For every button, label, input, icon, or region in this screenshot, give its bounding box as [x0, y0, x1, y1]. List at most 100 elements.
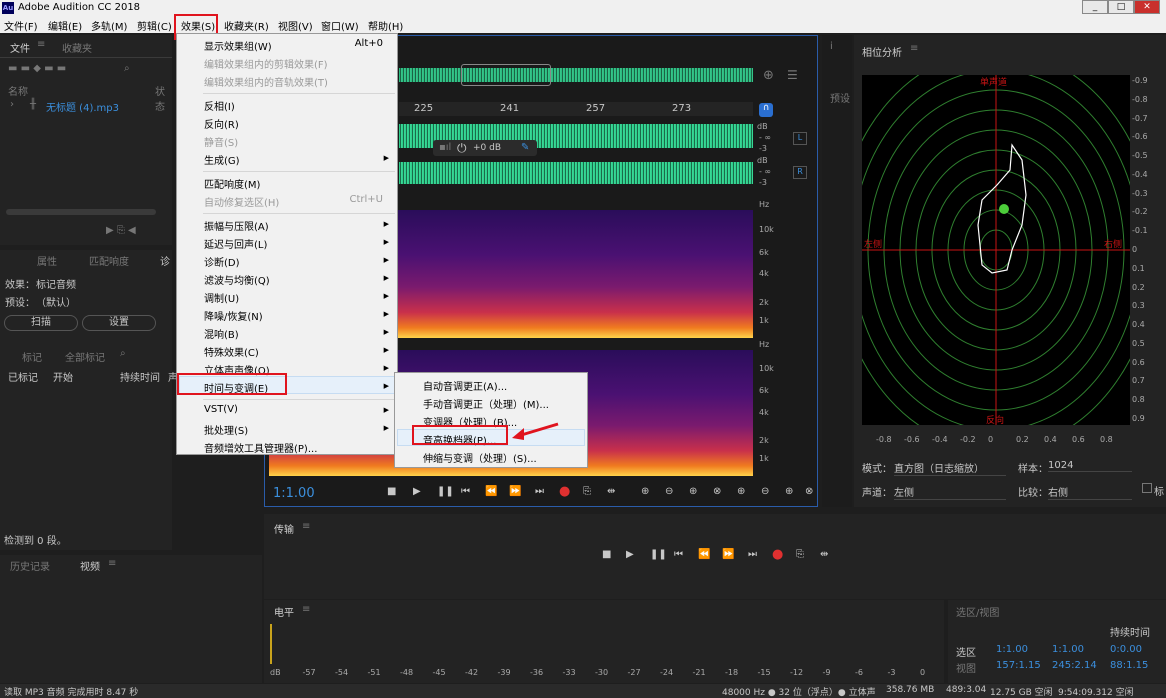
column-name[interactable]: 名称 — [8, 83, 28, 98]
menu-item-vst[interactable]: VST(V) — [204, 404, 238, 415]
menu-icon[interactable]: ≡ — [910, 43, 918, 54]
maximize-button[interactable]: □ — [1108, 0, 1134, 14]
menu-icon[interactable]: ≡ — [37, 39, 45, 50]
menu-icon[interactable]: ≡ — [108, 558, 116, 569]
settings-button[interactable]: 设置 — [82, 315, 156, 331]
zoom-settings-icon[interactable]: ⊕ — [763, 68, 774, 83]
go-end-button[interactable]: ⏭ — [748, 549, 757, 560]
menu-item-generate[interactable]: 生成(G) — [204, 152, 240, 167]
view-start[interactable]: 157:1.15 — [996, 660, 1041, 671]
close-button[interactable]: ✕ — [1134, 0, 1160, 14]
channel-L-button[interactable]: L — [793, 132, 807, 145]
time-ruler[interactable]: 225 241 257 273 — [399, 102, 753, 116]
expand-icon[interactable]: › — [10, 99, 14, 110]
channel-dropdown[interactable]: 左侧 — [894, 484, 1006, 500]
fast-forward-button[interactable]: ⏩ — [722, 549, 734, 560]
compare-dropdown[interactable]: 右侧 — [1048, 484, 1132, 500]
pin-icon[interactable]: ✎ — [521, 142, 529, 153]
play-button[interactable]: ▶ — [413, 486, 421, 497]
menu-edit[interactable]: 编辑(E) — [48, 18, 82, 33]
go-end-button[interactable]: ⏭ — [535, 486, 544, 497]
checkbox[interactable] — [1142, 483, 1152, 493]
menu-file[interactable]: 文件(F) — [4, 18, 38, 33]
view-end[interactable]: 245:2.14 — [1052, 660, 1097, 671]
play-button[interactable]: ▶ — [626, 549, 634, 560]
channel-R-button[interactable]: R — [793, 166, 807, 179]
skip-button[interactable]: ⇹ — [820, 549, 828, 560]
playback-icons[interactable]: ▶ ⎘ ◀ — [106, 225, 136, 236]
overview-waveform[interactable] — [399, 68, 753, 82]
zoom-in-point-icon[interactable]: ⊖ — [761, 486, 769, 497]
headphones-icon[interactable]: ∩ — [759, 103, 773, 117]
tab-video[interactable]: 视频 — [80, 558, 100, 573]
zoom-in-amplitude-icon[interactable]: ⊕ — [641, 486, 649, 497]
zoom-out-point-icon[interactable]: ⊕ — [785, 486, 793, 497]
menu-item-amplitude-compression[interactable]: 振幅与压限(A) — [204, 218, 269, 233]
file-item[interactable]: 无标题 (4).mp3 — [46, 99, 119, 114]
waveform-right[interactable] — [399, 162, 753, 184]
zoom-in-time-icon[interactable]: ⊕ — [689, 486, 697, 497]
gain-knob-icon[interactable]: ⏻ — [457, 141, 467, 156]
menu-item-auto-pitch[interactable]: 自动音调更正(A)... — [423, 378, 507, 393]
menu-item-plugin-manager[interactable]: 音频增效工具管理器(P)... — [204, 440, 317, 455]
selection-end[interactable]: 1:1.00 — [1052, 644, 1084, 655]
selection-start[interactable]: 1:1.00 — [996, 644, 1028, 655]
rewind-button[interactable]: ⏪ — [698, 549, 710, 560]
list-icon[interactable]: ☰ — [787, 68, 798, 82]
go-start-button[interactable]: ⏮ — [461, 486, 470, 497]
selection-duration[interactable]: 0:0.00 — [1110, 644, 1142, 655]
menu-item-show-effects-rack[interactable]: 显示效果组(W) — [204, 38, 272, 53]
pause-button[interactable]: ❚❚ — [437, 486, 454, 497]
samples-dropdown[interactable]: 1024 — [1048, 460, 1132, 472]
tab-properties[interactable]: 属性 — [37, 253, 57, 268]
zoom-selection-icon[interactable]: ⊕ — [737, 486, 745, 497]
menu-item-delay-echo[interactable]: 延迟与回声(L) — [204, 236, 267, 251]
preset-dropdown[interactable]: （默认） — [36, 294, 76, 309]
loop-button[interactable]: ⎘ — [796, 549, 804, 560]
preset-tab[interactable]: 预设 — [830, 90, 850, 105]
gain-hud[interactable]: ▪ıl ⏻ +0 dB ✎ — [433, 140, 537, 156]
tab-favorites[interactable]: 收藏夹 — [62, 40, 92, 55]
menu-view[interactable]: 视图(V) — [278, 18, 313, 33]
menu-help[interactable]: 帮助(H) — [368, 18, 403, 33]
scan-button[interactable]: 扫描 — [4, 315, 78, 331]
go-start-button[interactable]: ⏮ — [674, 549, 683, 560]
menu-item-diagnostics[interactable]: 诊断(D) — [204, 254, 240, 269]
menu-item-invert[interactable]: 反相(I) — [204, 98, 235, 113]
mark-button[interactable]: 标记 — [22, 349, 42, 364]
tab-diagnostics[interactable]: 诊 — [160, 253, 170, 268]
menu-window[interactable]: 窗口(W) — [321, 18, 359, 33]
zoom-out-amplitude-icon[interactable]: ⊖ — [665, 486, 673, 497]
menu-clip[interactable]: 剪辑(C) — [137, 18, 172, 33]
menu-icon[interactable]: ≡ — [302, 521, 310, 532]
menu-item-batch[interactable]: 批处理(S) — [204, 422, 248, 437]
menu-item-modulation[interactable]: 调制(U) — [204, 290, 239, 305]
column-status[interactable]: 状态 — [155, 83, 172, 113]
tab-match-loudness[interactable]: 匹配响度 — [89, 253, 129, 268]
overview-viewport[interactable] — [461, 64, 551, 86]
rewind-button[interactable]: ⏪ — [485, 486, 497, 497]
pause-button[interactable]: ❚❚ — [650, 549, 667, 560]
effect-dropdown[interactable]: 标记音频 — [36, 276, 76, 291]
stop-button[interactable]: ■ — [602, 549, 611, 560]
menu-item-special[interactable]: 特殊效果(C) — [204, 344, 259, 359]
horizontal-scrollbar[interactable] — [6, 209, 156, 215]
record-button[interactable]: ● — [559, 484, 570, 499]
info-icon[interactable]: i — [830, 41, 833, 52]
tab-history[interactable]: 历史记录 — [10, 558, 50, 573]
menu-multitrack[interactable]: 多轨(M) — [91, 18, 127, 33]
tab-files[interactable]: 文件 — [10, 40, 30, 55]
menu-item-match-loudness[interactable]: 匹配响度(M) — [204, 176, 260, 191]
stop-button[interactable]: ■ — [387, 486, 396, 497]
view-duration[interactable]: 88:1.15 — [1110, 660, 1148, 671]
timecode[interactable]: 1:1.00 — [273, 486, 315, 501]
menu-item-stretch-pitch[interactable]: 伸缩与变调（处理）(S)... — [423, 450, 537, 465]
zoom-icon[interactable]: ⌕ — [120, 348, 126, 359]
menu-favorites[interactable]: 收藏夹(R) — [224, 18, 269, 33]
zoom-misc-icon[interactable]: ⊗ — [805, 486, 813, 497]
menu-item-reverb[interactable]: 混响(B) — [204, 326, 239, 341]
skip-button[interactable]: ⇹ — [607, 486, 615, 497]
menu-item-filter-eq[interactable]: 滤波与均衡(Q) — [204, 272, 270, 287]
mode-dropdown[interactable]: 直方图（日志缩放） — [894, 460, 1006, 476]
mark-all-button[interactable]: 全部标记 — [65, 349, 105, 364]
